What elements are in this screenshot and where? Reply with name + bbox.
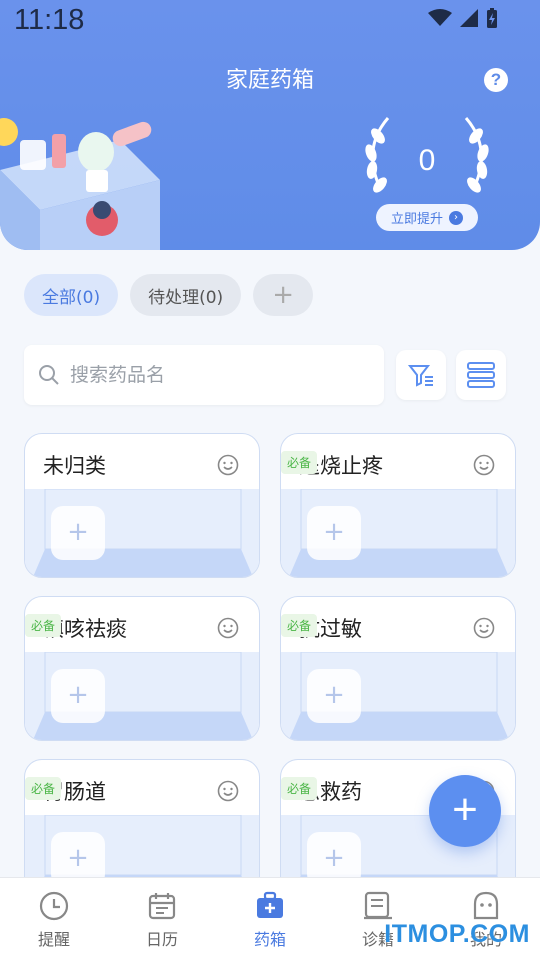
search-input[interactable] <box>70 364 350 386</box>
card-shelf: + <box>281 652 515 740</box>
category-card[interactable]: 未归类 + <box>24 433 260 578</box>
nav-label: 日历 <box>145 930 178 949</box>
smiley-icon[interactable] <box>473 454 495 476</box>
tab-pending[interactable]: 待处理(0) <box>130 274 242 316</box>
health-score: 0 <box>418 144 436 177</box>
smiley-icon[interactable] <box>473 617 495 639</box>
essential-badge: 必备 <box>281 451 318 474</box>
smiley-icon[interactable] <box>217 780 239 802</box>
essential-badge: 必备 <box>25 614 62 637</box>
add-medicine-slot[interactable]: + <box>307 506 361 560</box>
add-medicine-button[interactable]: + <box>429 775 501 847</box>
search-icon <box>39 365 59 385</box>
upgrade-button[interactable]: 立即提升 › <box>376 204 478 231</box>
essential-badge: 必备 <box>25 777 62 800</box>
status-icons <box>428 8 498 28</box>
category-card[interactable]: 抗过敏 必备 + <box>280 596 516 741</box>
filter-tabs: 全部(0) 待处理(0) + <box>24 274 314 316</box>
essential-badge: 必备 <box>281 614 318 637</box>
medicine-box-icon <box>257 891 283 918</box>
wifi-icon <box>428 9 452 26</box>
add-tab-button[interactable]: + <box>253 274 314 316</box>
chevron-right-icon: › <box>449 210 463 225</box>
add-medicine-slot[interactable]: + <box>51 669 105 723</box>
smiley-icon[interactable] <box>217 617 239 639</box>
card-title: 未归类 <box>43 454 106 478</box>
page-title: 家庭药箱 <box>225 68 314 93</box>
layout-toggle-button[interactable] <box>456 350 506 400</box>
signal-icon <box>460 9 478 27</box>
add-medicine-slot[interactable]: + <box>51 506 105 560</box>
card-shelf: + <box>25 652 259 740</box>
battery-icon <box>487 8 497 28</box>
nav-label: 药箱 <box>253 930 286 949</box>
nav-item-reminder[interactable]: 提醒 <box>0 878 108 960</box>
category-card[interactable]: 退烧止疼 必备 + <box>280 433 516 578</box>
profile-icon <box>473 891 499 920</box>
list-layout-icon <box>467 362 495 388</box>
card-shelf: + <box>281 489 515 577</box>
clock-icon <box>39 891 69 921</box>
card-shelf: + <box>25 489 259 577</box>
watermark: ITMOP.COM <box>384 920 530 948</box>
essential-badge: 必备 <box>281 777 318 800</box>
filter-icon <box>407 365 433 387</box>
add-medicine-slot[interactable]: + <box>307 669 361 723</box>
tab-all[interactable]: 全部(0) <box>24 274 119 316</box>
search-bar <box>24 345 384 405</box>
status-bar: 11:18 <box>0 0 540 44</box>
upgrade-label: 立即提升 <box>390 212 443 227</box>
header: 11:18 家庭药箱 ? 0 立即提升 › <box>0 0 540 250</box>
smiley-icon[interactable] <box>217 454 239 476</box>
status-time: 11:18 <box>14 4 85 36</box>
nav-item-medicine-box[interactable]: 药箱 <box>216 878 324 960</box>
calendar-icon <box>148 893 176 920</box>
score-panel: 0 立即提升 › <box>358 108 496 233</box>
category-card[interactable]: 镇咳祛痰 必备 + <box>24 596 260 741</box>
medicine-box-illustration <box>0 118 160 250</box>
nav-item-calendar[interactable]: 日历 <box>108 878 216 960</box>
nav-label: 提醒 <box>37 930 70 949</box>
help-icon[interactable]: ? <box>484 68 508 92</box>
record-icon <box>364 891 392 920</box>
filter-button[interactable] <box>396 350 446 400</box>
